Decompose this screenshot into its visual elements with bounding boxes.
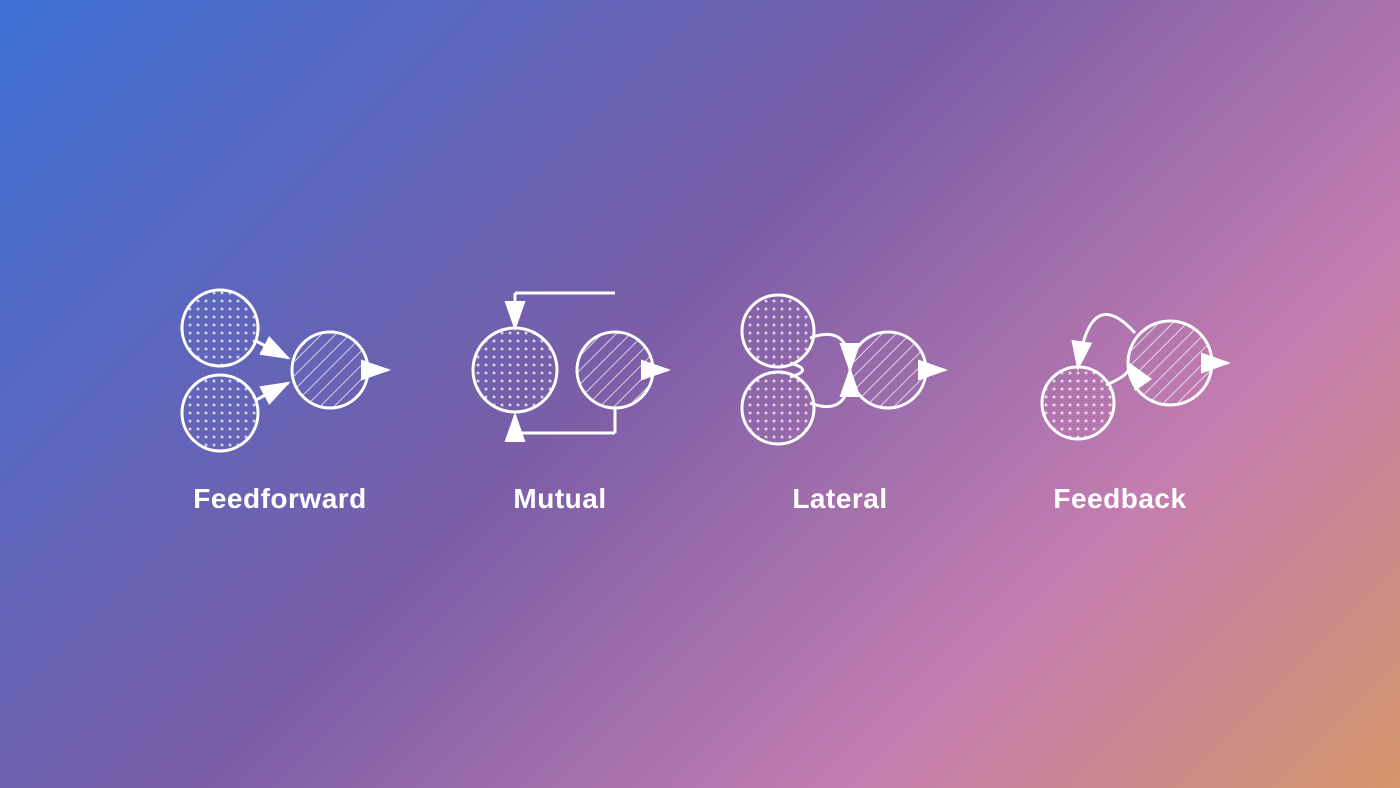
lateral-label: Lateral bbox=[792, 483, 887, 515]
mutual-section: Mutual bbox=[420, 273, 700, 515]
diagrams-container: Feedforward bbox=[100, 273, 1300, 515]
mutual-label: Mutual bbox=[513, 483, 606, 515]
lateral-diagram bbox=[730, 273, 950, 453]
mutual-diagram bbox=[450, 273, 670, 453]
lateral-section: Lateral bbox=[700, 273, 980, 515]
feedback-label: Feedback bbox=[1053, 483, 1186, 515]
feedback-diagram bbox=[1010, 273, 1230, 453]
feedforward-label: Feedforward bbox=[193, 483, 367, 515]
feedforward-diagram bbox=[170, 273, 390, 453]
feedforward-section: Feedforward bbox=[140, 273, 420, 515]
feedback-section: Feedback bbox=[980, 273, 1260, 515]
